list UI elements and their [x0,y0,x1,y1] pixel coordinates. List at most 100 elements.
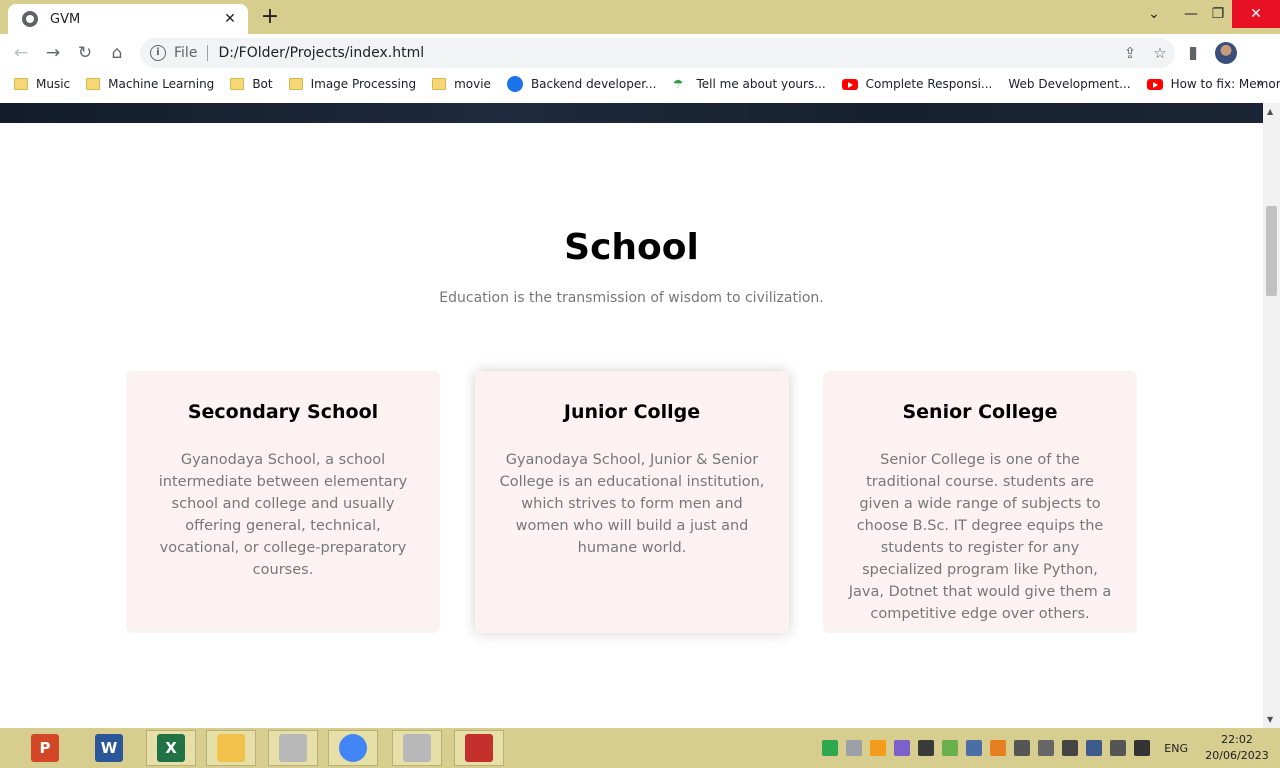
word-icon: W [95,734,123,762]
bookmark-item[interactable]: Image Processing [288,77,417,91]
app-tray-icon[interactable] [966,740,983,756]
bookmark-label: Tell me about yours... [696,77,826,91]
card-title: Secondary School [187,401,379,423]
bookmark-item[interactable]: Bot [230,77,273,91]
side-panel-icon[interactable]: ▮ [1181,41,1205,65]
card-junior-college[interactable]: Junior Collge Gyanodaya School, Junior &… [475,371,789,633]
bookmark-label: Music [36,77,71,91]
browser-toolbar: ← → ↻ ⌂ i File D:/FOlder/Projects/index.… [0,34,1280,72]
bookmark-item[interactable]: movie [432,77,491,91]
hero-banner-edge [0,103,1263,123]
scroll-thumb[interactable] [1266,206,1277,296]
share-icon[interactable]: ⇪ [1115,38,1145,68]
card-text: Gyanodaya School, a school intermediate … [158,452,408,578]
bookmark-item[interactable]: Music [14,77,70,91]
file-explorer-icon [217,734,245,762]
page-scrollbar[interactable]: ▲ ▼ [1263,103,1280,728]
bookmark-item[interactable]: ☂ Tell me about yours... [673,77,826,91]
scheme-label: File [174,45,198,61]
windows-taskbar: ENG 22:02 20/06/2023 P W X [0,728,1280,768]
forward-button[interactable]: → [41,41,65,65]
taskbar-file-explorer[interactable] [206,730,256,766]
tab-close-icon[interactable]: ✕ [222,11,238,27]
taskbar-excel[interactable]: X [146,730,196,766]
taskbar-acrobat[interactable] [454,730,504,766]
card-title: Junior Collge [563,401,701,423]
browser-titlebar: GVM ✕ + ⌄ — ❐ ✕ [0,0,1280,34]
scroll-up-arrow-icon[interactable]: ▲ [1267,107,1273,116]
youtube-icon [841,78,858,90]
divider [207,45,209,61]
app-tray-icon[interactable] [942,740,959,756]
bookmark-item[interactable]: Web Development... [1008,77,1130,91]
bookmark-label: Image Processing [310,77,417,91]
card-title: Senior College [902,401,1058,423]
globe-icon [22,11,38,27]
avatar[interactable] [1215,42,1237,64]
bookmark-item[interactable]: Complete Responsi... [841,77,993,91]
taskbar-chrome[interactable] [328,730,378,766]
keyboard-icon[interactable] [1038,740,1055,756]
section-title: School [564,227,699,268]
card-secondary-school[interactable]: Secondary School Gyanodaya School, a sch… [126,371,440,633]
new-tab-button[interactable]: + [258,5,282,29]
folder-icon [432,78,447,90]
system-tray: ENG 22:02 20/06/2023 [822,728,1280,768]
app-spider-icon [279,734,307,762]
section-subtitle: Education is the transmission of wisdom … [439,290,824,306]
reload-button[interactable]: ↻ [73,41,97,65]
card-text: Gyanodaya School, Junior & Senior Colleg… [499,452,765,556]
taskbar-app-spider-2[interactable] [392,730,442,766]
bookmark-label: Machine Learning [108,77,215,91]
info-icon[interactable]: i [150,45,166,61]
taskbar-word[interactable]: W [84,730,134,766]
card-senior-college[interactable]: Senior College Senior College is one of … [823,371,1137,633]
taskbar-app-spider[interactable] [268,730,318,766]
app-tray-icon[interactable] [918,740,935,756]
round-logo-icon [506,76,523,92]
page-viewport: School Education is the transmission of … [0,103,1263,728]
close-window-button[interactable]: ✕ [1232,0,1280,28]
bookmark-label: Backend developer... [530,77,657,91]
app-tray-icon[interactable] [870,740,887,756]
app-tray-icon[interactable] [894,740,911,756]
tab-title: GVM [50,11,81,27]
clock-time: 22:02 [1221,733,1253,746]
flag-icon[interactable] [1014,740,1031,756]
folder-icon [230,78,245,90]
star-icon[interactable]: ☆ [1145,38,1175,68]
clock-date: 20/06/2023 [1205,749,1269,762]
network-check-icon[interactable] [846,740,863,756]
scroll-down-arrow-icon[interactable]: ▼ [1267,715,1273,724]
url-text[interactable]: D:/FOlder/Projects/index.html [218,45,1115,61]
umbrella-icon: ☂ [672,77,684,91]
speaker-icon[interactable] [990,740,1007,756]
bookmark-item[interactable]: Machine Learning [86,77,214,91]
home-button[interactable]: ⌂ [105,41,129,65]
folder-icon [288,78,303,90]
chrome-icon [339,734,367,762]
bookmarks-bar: Music Machine Learning Bot Image Processing… [0,72,1280,96]
back-button[interactable]: ← [9,41,33,65]
browser-tab[interactable]: GVM ✕ [8,4,248,34]
address-bar[interactable]: i File D:/FOlder/Projects/index.html ⇪ ☆ [140,38,1175,68]
bookmark-label: Web Development... [1008,77,1131,91]
clock[interactable]: 22:02 20/06/2023 [1202,732,1272,764]
display-icon[interactable] [1086,740,1103,756]
language-indicator[interactable]: ENG [1164,742,1188,755]
battery-icon[interactable] [1134,740,1151,756]
wifi-signal-icon[interactable] [1062,740,1079,756]
bookmark-label: Complete Responsi... [865,77,993,91]
taskbar-powerpoint[interactable]: P [20,730,70,766]
shield-icon[interactable] [822,740,839,756]
folder-icon [14,78,28,90]
bookmark-label: movie [454,77,491,91]
powerpoint-icon: P [31,734,59,762]
volume-icon[interactable] [1110,740,1127,756]
card-text: Senior College is one of the traditional… [848,452,1112,622]
acrobat-icon [465,734,493,762]
bookmark-item[interactable]: Backend developer... [506,76,657,92]
app-spider-2-icon [403,734,431,762]
bookmark-label: Bot [252,77,273,91]
more-bookmarks-icon[interactable]: » [1256,76,1264,91]
